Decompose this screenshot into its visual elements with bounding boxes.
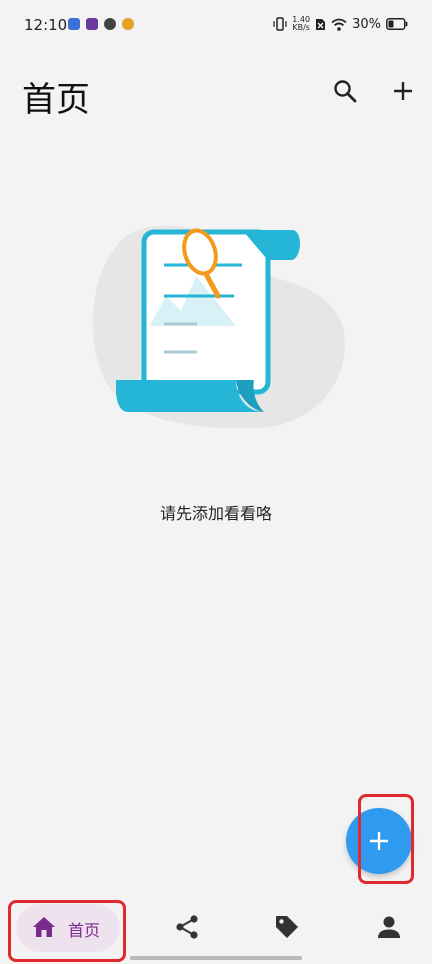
- scroll-magnifier-illustration: [92, 225, 345, 429]
- battery-percent: 30%: [352, 16, 381, 32]
- search-button[interactable]: [332, 78, 358, 104]
- person-icon[interactable]: [376, 914, 402, 940]
- share-icon[interactable]: [174, 914, 200, 940]
- status-bar: 12:10 1.40 KB/s 30%: [0, 0, 432, 52]
- notification-app-icon: [104, 18, 116, 30]
- notification-app-icon: [122, 18, 134, 30]
- battery-icon: [386, 18, 408, 30]
- plus-icon: [394, 82, 412, 100]
- notification-icons: [68, 18, 134, 30]
- highlight-box: [8, 900, 126, 962]
- status-indicators: 1.40 KB/s 30%: [273, 16, 408, 32]
- wifi-icon: [331, 18, 347, 31]
- page-title: 首页: [22, 80, 90, 120]
- status-time: 12:10: [24, 16, 68, 34]
- vibrate-icon: [273, 17, 287, 31]
- gesture-bar: [130, 956, 302, 960]
- add-button[interactable]: [390, 78, 416, 104]
- search-icon: [334, 80, 357, 103]
- tag-icon[interactable]: [274, 914, 300, 940]
- empty-state-message: 请先添加看看咯: [159, 504, 272, 523]
- highlight-box: [358, 794, 414, 884]
- network-speed: 1.40 KB/s: [292, 16, 310, 32]
- notification-app-icon: [68, 18, 80, 30]
- app-screen: 12:10 1.40 KB/s 30% 首页 请先添加看看咯 首页: [0, 0, 432, 964]
- no-sim-icon: [316, 18, 326, 30]
- network-speed-unit: KB/s: [292, 23, 310, 32]
- notification-app-icon: [86, 18, 98, 30]
